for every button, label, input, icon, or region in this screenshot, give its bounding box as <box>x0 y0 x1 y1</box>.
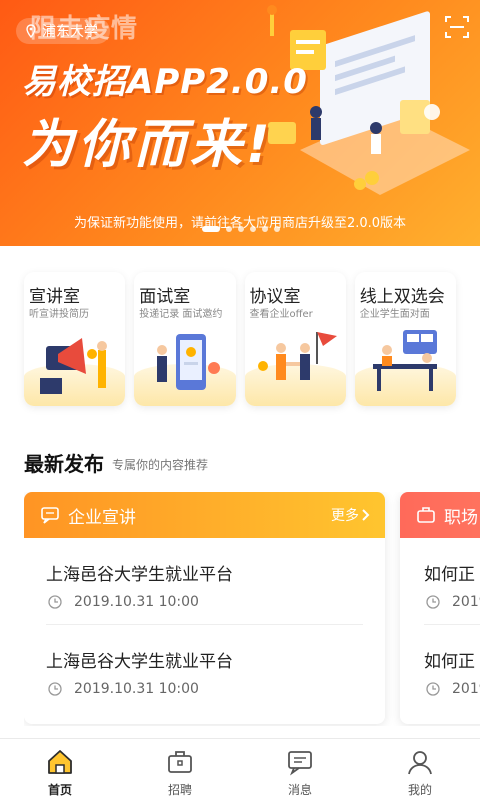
feature-subtitle: 投递记录 面试邀约 <box>139 309 223 320</box>
panel-company-presentations: 企业宣讲 更多 上海邑谷大学生就业平台 2019.10.31 10:00 上海邑… <box>24 492 385 724</box>
clock-icon <box>48 682 62 696</box>
item-title: 如何正 <box>424 652 475 672</box>
message-icon <box>288 751 312 776</box>
tab-label: 我的 <box>407 783 432 797</box>
more-link[interactable]: 更多 <box>331 505 371 525</box>
banner-headline-line2: 为你而来! <box>22 115 274 175</box>
feature-card-online-fair[interactable]: 线上双选会 企业学生面对面 <box>354 272 456 406</box>
carousel-dot[interactable] <box>226 226 232 232</box>
carousel-dot[interactable] <box>262 226 268 232</box>
scan-icon[interactable] <box>444 14 470 40</box>
section-title: 最新发布 <box>24 452 104 476</box>
feature-card-presentation-room[interactable]: 宣讲室 听宣讲投简历 <box>24 272 126 406</box>
panel-career: 职场 如何正 2019 如何正 2019 <box>400 492 480 724</box>
carousel-indicator[interactable] <box>202 226 280 232</box>
carousel-dot[interactable] <box>238 226 244 232</box>
promo-banner[interactable]: 阻击疫情 浦东大学 易校招APP2.0.0 为你而来! 为保证新功能使用，请前往… <box>0 0 480 246</box>
section-subtitle: 专属你的内容推荐 <box>112 458 209 472</box>
clock-icon <box>48 595 62 609</box>
feature-title: 线上双选会 <box>359 287 445 307</box>
online-fair-illustration-icon <box>372 330 437 391</box>
tab-messages[interactable]: 消息 <box>240 739 360 800</box>
user-icon <box>408 751 432 775</box>
location-pin-icon <box>26 24 36 38</box>
handshake-illustration-icon <box>257 332 337 380</box>
item-time: 2019.10.31 10:00 <box>74 681 199 697</box>
tab-profile[interactable]: 我的 <box>360 739 480 800</box>
home-icon <box>48 750 72 774</box>
list-item[interactable]: 上海邑谷大学生就业平台 2019.10.31 10:00 <box>46 624 363 710</box>
bottom-tab-bar: 首页 招聘 消息 我的 <box>0 738 480 800</box>
item-title: 上海邑谷大学生就业平台 <box>46 652 233 672</box>
feature-grid: 宣讲室 听宣讲投简历 面试室 投递记录 面试邀约 协议室 查看企业offer 线… <box>24 272 456 406</box>
feature-subtitle: 企业学生面对面 <box>359 309 430 320</box>
list-item[interactable]: 如何正 2019 <box>424 538 480 624</box>
clock-icon <box>426 595 440 609</box>
banner-headline-line1: 易校招APP2.0.0 <box>22 62 308 102</box>
feature-title: 宣讲室 <box>29 287 80 307</box>
tab-label: 招聘 <box>167 783 192 797</box>
location-label: 浦东大学 <box>42 24 98 40</box>
carousel-dot[interactable] <box>202 226 220 232</box>
feature-title: 协议室 <box>249 287 301 307</box>
feature-title: 面试室 <box>139 287 191 307</box>
feature-card-agreement-room[interactable]: 协议室 查看企业offer <box>244 272 346 406</box>
feature-subtitle: 听宣讲投简历 <box>29 309 89 320</box>
list-item[interactable]: 上海邑谷大学生就业平台 2019.10.31 10:00 <box>46 538 363 624</box>
app-root: 阻击疫情 浦东大学 易校招APP2.0.0 为你而来! 为保证新功能使用，请前往… <box>0 0 480 800</box>
megaphone-illustration-icon <box>40 338 107 394</box>
tab-recruit[interactable]: 招聘 <box>120 739 240 800</box>
item-time: 2019 <box>452 594 480 610</box>
feature-card-interview-room[interactable]: 面试室 投递记录 面试邀约 <box>134 272 236 406</box>
panel-header: 职场 <box>400 492 480 538</box>
item-time: 2019 <box>452 681 480 697</box>
briefcase-icon <box>168 751 192 773</box>
location-selector[interactable]: 浦东大学 <box>16 18 110 44</box>
tab-home[interactable]: 首页 <box>0 739 120 800</box>
clock-icon <box>426 682 440 696</box>
carousel-dot[interactable] <box>274 226 280 232</box>
interview-illustration-icon <box>157 334 221 390</box>
tab-label: 消息 <box>287 783 312 797</box>
chevron-right-icon <box>362 509 370 521</box>
chat-bubble-icon <box>41 507 59 524</box>
panel-title: 企业宣讲 <box>68 507 136 528</box>
list-item[interactable]: 如何正 2019 <box>424 624 480 710</box>
carousel-dot[interactable] <box>250 226 256 232</box>
item-title: 上海邑谷大学生就业平台 <box>46 565 233 585</box>
item-title: 如何正 <box>424 565 475 585</box>
tab-label: 首页 <box>47 783 72 797</box>
content-carousel[interactable]: 企业宣讲 更多 上海邑谷大学生就业平台 2019.10.31 10:00 上海邑… <box>24 492 480 726</box>
briefcase-icon <box>417 507 435 523</box>
feature-subtitle: 查看企业offer <box>249 309 313 320</box>
panel-title: 职场 <box>444 507 478 528</box>
more-label: 更多 <box>331 508 359 524</box>
item-time: 2019.10.31 10:00 <box>74 594 199 610</box>
